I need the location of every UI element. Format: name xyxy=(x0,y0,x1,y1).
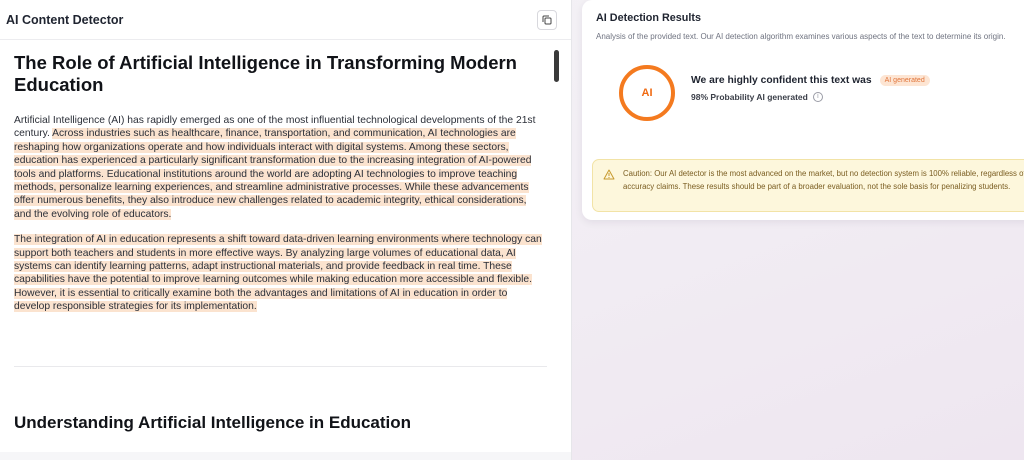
results-description: Analysis of the provided text. Our AI de… xyxy=(596,32,1006,41)
copy-button[interactable] xyxy=(537,9,557,30)
caution-text: Caution: Our AI detector is the most adv… xyxy=(623,169,1024,191)
verdict-line: We are highly confident this text was AI… xyxy=(691,74,930,86)
caution-box: Caution: Our AI detector is the most adv… xyxy=(592,159,1024,212)
paragraph-1: Artificial Intelligence (AI) has rapidly… xyxy=(14,114,544,221)
warning-icon xyxy=(603,169,615,180)
probability-line: 98% Probability AI generated i xyxy=(691,91,930,102)
section-heading: Understanding Artificial Intelligence in… xyxy=(14,412,412,432)
document-heading: The Role of Artificial Intelligence in T… xyxy=(14,52,517,95)
verdict-statement: We are highly confident this text was xyxy=(691,74,872,86)
scrollbar-thumb[interactable] xyxy=(554,50,559,82)
results-title: AI Detection Results xyxy=(596,12,701,24)
verdict-text: We are highly confident this text was AI… xyxy=(691,74,930,102)
copy-icon xyxy=(542,15,552,24)
section-divider xyxy=(14,365,547,367)
app-title: AI Content Detector xyxy=(6,12,124,27)
verdict-section: AI We are highly confident this text was… xyxy=(596,65,1024,121)
editor-panel: AI Content Detector The Role of Artifici… xyxy=(0,0,572,460)
editor-header: AI Content Detector xyxy=(0,0,571,40)
status-badge: AI generated xyxy=(879,74,930,86)
probability-text: 98% Probability AI generated xyxy=(691,91,808,102)
paragraph-2: The integration of AI in education repre… xyxy=(14,233,544,313)
paragraph-1-highlight: Across industries such as healthcare, fi… xyxy=(14,128,532,220)
panel-bottom-edge xyxy=(0,452,571,460)
info-icon[interactable]: i xyxy=(812,91,823,102)
ai-score-ring: AI xyxy=(619,65,675,121)
paragraph-2-highlight: The integration of AI in education repre… xyxy=(14,234,542,313)
results-card: AI Detection Results Analysis of the pro… xyxy=(582,0,1024,220)
document-content[interactable]: The Role of Artificial Intelligence in T… xyxy=(0,40,571,460)
ai-score-label: AI xyxy=(641,87,653,99)
